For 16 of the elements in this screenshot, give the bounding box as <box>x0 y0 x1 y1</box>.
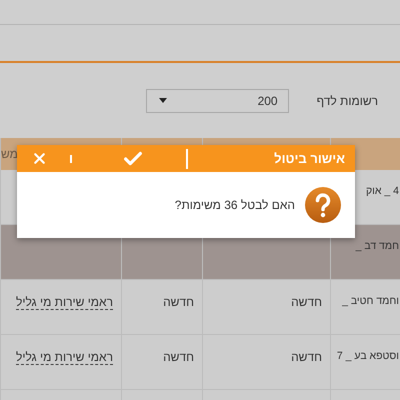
question-icon <box>305 187 341 223</box>
rows-per-page-label: רשומות לדף <box>316 94 378 108</box>
table-cell: חמד דב _ <box>330 225 400 280</box>
close-button[interactable] <box>31 150 48 167</box>
caret-icon <box>158 98 167 103</box>
dialog-title: אישור ביטול <box>273 151 345 166</box>
dialog-message: האם לבטל 36 משימות? <box>174 198 295 212</box>
table-cell: חדשה <box>121 335 202 390</box>
service-link[interactable]: ראמי שירות מי גליל <box>16 350 113 365</box>
table-cell: חדשה <box>202 335 330 390</box>
table-cell: וחמד חטיב _ <box>330 280 400 335</box>
table-cell: חדשה <box>202 280 330 335</box>
rows-per-page-select[interactable]: 200 <box>146 88 289 112</box>
table-cell: וסטפא בע _ 7 <box>330 335 400 390</box>
table-cell: חדשה <box>121 280 202 335</box>
service-link[interactable]: ראמי שירות מי גליל <box>16 295 113 310</box>
